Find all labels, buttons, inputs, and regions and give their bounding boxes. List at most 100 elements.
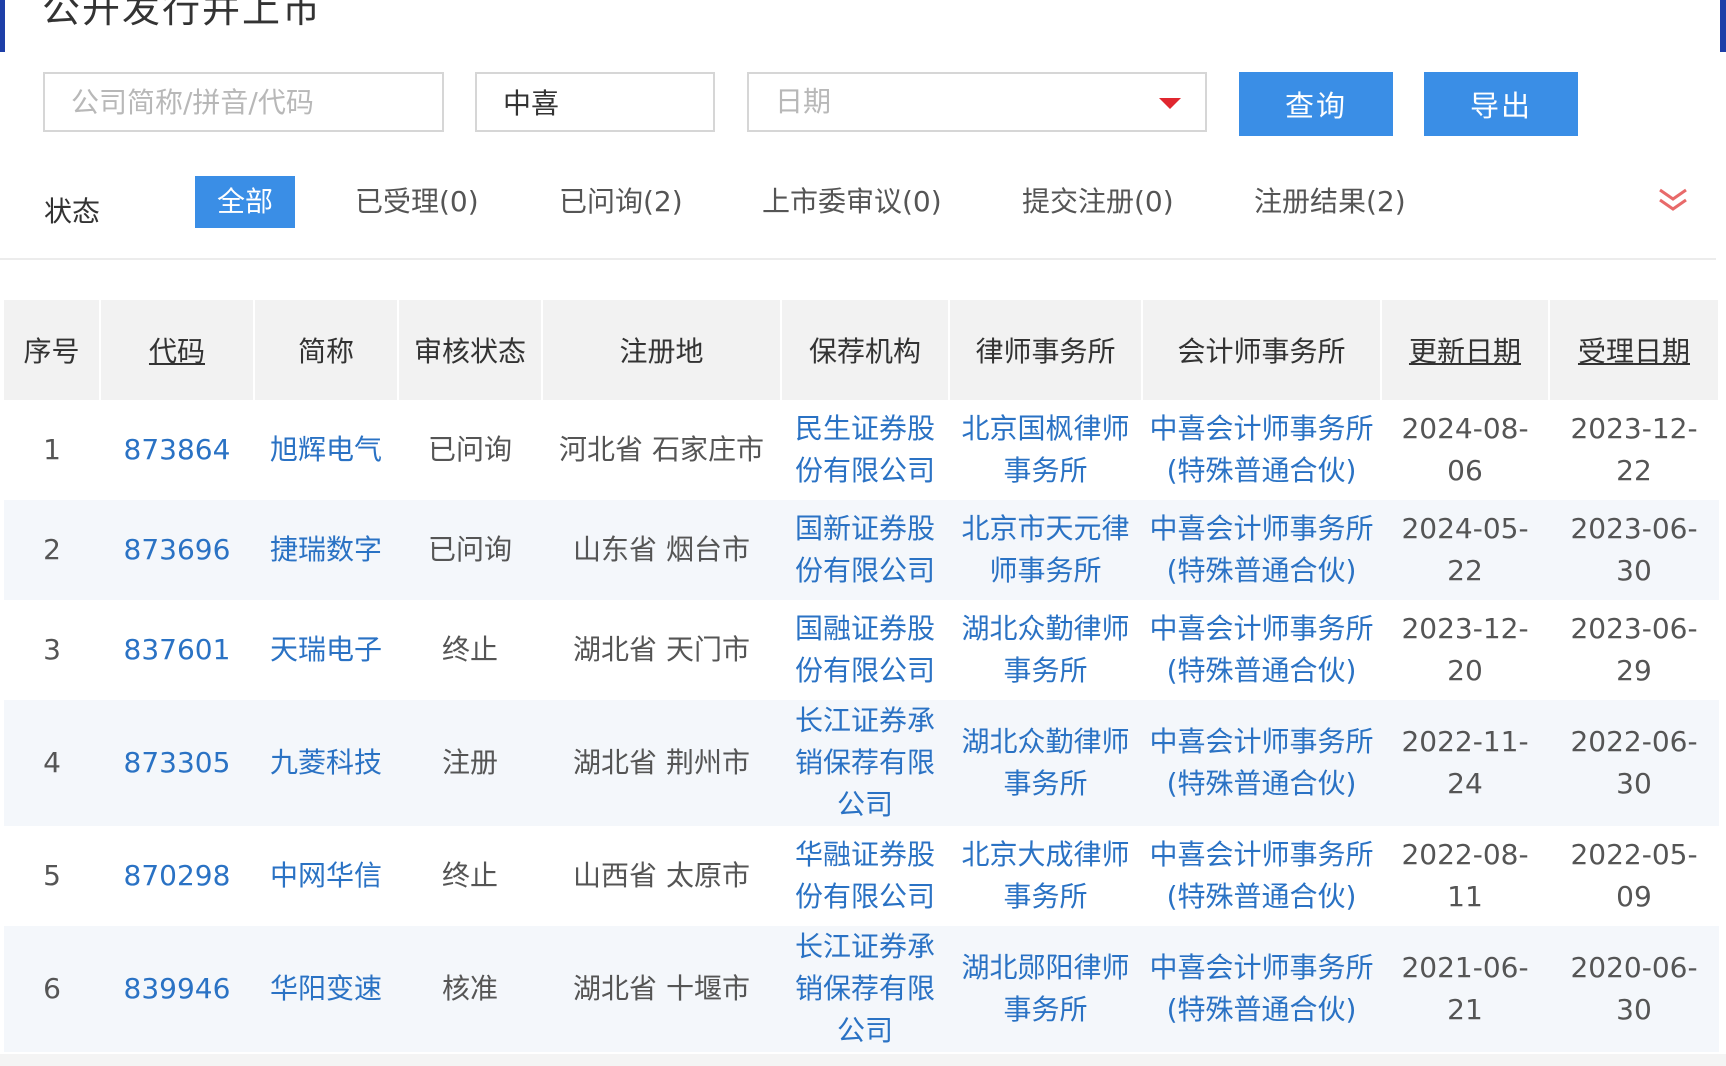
law-firm: 北京大成律师事务所 bbox=[949, 826, 1142, 926]
row-index: 6 bbox=[4, 926, 100, 1052]
accepted-date: 2022-05-09 bbox=[1549, 826, 1719, 926]
status-filter-row: 状态 全部 已受理(0) 已问询(2) 上市委审议(0) 提交注册(0) 注册结… bbox=[0, 176, 1726, 232]
sponsor-firm: 华融证券股份有限公司 bbox=[781, 826, 949, 926]
updated-date: 2024-08-06 bbox=[1381, 400, 1549, 500]
review-status: 终止 bbox=[398, 600, 542, 700]
accepted-date: 2022-06-30 bbox=[1549, 700, 1719, 826]
updated-date: 2021-06-21 bbox=[1381, 926, 1549, 1052]
updated-date: 2022-11-24 bbox=[1381, 700, 1549, 826]
table-row: 6 839946 华阳变速 核准 湖北省 十堰市 长江证券承销保荐有限公司 湖北… bbox=[4, 926, 1719, 1052]
row-index: 2 bbox=[4, 500, 100, 600]
sponsor-firm: 民生证券股份有限公司 bbox=[781, 400, 949, 500]
filter-bar: 日期 查询 导出 bbox=[0, 72, 1726, 136]
table-row: 5 870298 中网华信 终止 山西省 太原市 华融证券股份有限公司 北京大成… bbox=[4, 826, 1719, 926]
updated-date: 2024-05-22 bbox=[1381, 500, 1549, 600]
stock-code-link[interactable]: 873864 bbox=[100, 400, 254, 500]
right-edge-bar bbox=[1720, 0, 1726, 52]
company-name-link[interactable]: 旭辉电气 bbox=[254, 400, 398, 500]
accounting-firm: 中喜会计师事务所(特殊普通合伙) bbox=[1142, 826, 1381, 926]
company-search-input[interactable] bbox=[43, 72, 444, 132]
date-placeholder: 日期 bbox=[775, 85, 832, 118]
accepted-date: 2023-06-29 bbox=[1549, 600, 1719, 700]
review-status: 已问询 bbox=[398, 500, 542, 600]
status-label: 状态 bbox=[44, 195, 101, 228]
accepted-date: 2023-06-30 bbox=[1549, 500, 1719, 600]
sponsor-firm: 国融证券股份有限公司 bbox=[781, 600, 949, 700]
status-tab-all[interactable]: 全部 bbox=[195, 176, 295, 228]
status-tab-inquired[interactable]: 已问询(2) bbox=[559, 176, 683, 228]
caret-down-icon bbox=[1159, 98, 1181, 109]
table-row: 1 873864 旭辉电气 已问询 河北省 石家庄市 民生证券股份有限公司 北京… bbox=[4, 400, 1719, 500]
header-index: 序号 bbox=[4, 300, 101, 400]
firm-filter-input[interactable] bbox=[475, 72, 715, 132]
header-accounting-firm: 会计师事务所 bbox=[1142, 300, 1382, 400]
accepted-date: 2023-12-22 bbox=[1549, 400, 1719, 500]
status-tab-registration-result[interactable]: 注册结果(2) bbox=[1254, 176, 1406, 228]
sponsor-firm: 长江证券承销保荐有限公司 bbox=[781, 926, 949, 1052]
law-firm: 湖北众勤律师事务所 bbox=[949, 600, 1142, 700]
accounting-firm: 中喜会计师事务所(特殊普通合伙) bbox=[1142, 700, 1381, 826]
table-row: 3 837601 天瑞电子 终止 湖北省 天门市 国融证券股份有限公司 湖北众勤… bbox=[4, 600, 1719, 700]
header-updated-date[interactable]: 更新日期 bbox=[1381, 300, 1550, 400]
accounting-firm: 中喜会计师事务所(特殊普通合伙) bbox=[1142, 600, 1381, 700]
table-row: 4 873305 九菱科技 注册 湖北省 荆州市 长江证券承销保荐有限公司 湖北… bbox=[4, 700, 1719, 826]
row-index: 4 bbox=[4, 700, 100, 826]
registration-region: 山东省 烟台市 bbox=[542, 500, 781, 600]
law-firm: 北京国枫律师事务所 bbox=[949, 400, 1142, 500]
header-accepted-date[interactable]: 受理日期 bbox=[1549, 300, 1720, 400]
updated-date: 2023-12-20 bbox=[1381, 600, 1549, 700]
law-firm: 湖北众勤律师事务所 bbox=[949, 700, 1142, 826]
left-edge-bar bbox=[0, 0, 5, 52]
stock-code-link[interactable]: 870298 bbox=[100, 826, 254, 926]
table-row: 2 873696 捷瑞数字 已问询 山东省 烟台市 国新证券股份有限公司 北京市… bbox=[4, 500, 1719, 600]
company-name-link[interactable]: 天瑞电子 bbox=[254, 600, 398, 700]
company-name-link[interactable]: 九菱科技 bbox=[254, 700, 398, 826]
stock-code-link[interactable]: 873696 bbox=[100, 500, 254, 600]
row-index: 3 bbox=[4, 600, 100, 700]
header-law-firm: 律师事务所 bbox=[949, 300, 1143, 400]
header-sponsor: 保荐机构 bbox=[781, 300, 950, 400]
row-index: 5 bbox=[4, 826, 100, 926]
section-divider bbox=[0, 258, 1716, 302]
review-status: 核准 bbox=[398, 926, 542, 1052]
status-tab-accepted[interactable]: 已受理(0) bbox=[355, 176, 479, 228]
date-select[interactable]: 日期 bbox=[747, 72, 1207, 132]
row-index: 1 bbox=[4, 400, 100, 500]
accounting-firm: 中喜会计师事务所(特殊普通合伙) bbox=[1142, 500, 1381, 600]
header-name: 简称 bbox=[254, 300, 399, 400]
accounting-firm: 中喜会计师事务所(特殊普通合伙) bbox=[1142, 926, 1381, 1052]
registration-region: 湖北省 十堰市 bbox=[542, 926, 781, 1052]
company-name-link[interactable]: 华阳变速 bbox=[254, 926, 398, 1052]
registration-region: 湖北省 天门市 bbox=[542, 600, 781, 700]
header-code[interactable]: 代码 bbox=[100, 300, 255, 400]
review-status: 终止 bbox=[398, 826, 542, 926]
company-name-link[interactable]: 捷瑞数字 bbox=[254, 500, 398, 600]
sponsor-firm: 国新证券股份有限公司 bbox=[781, 500, 949, 600]
page-title: 公开发行并上市 bbox=[42, 0, 323, 31]
accounting-firm: 中喜会计师事务所(特殊普通合伙) bbox=[1142, 400, 1381, 500]
stock-code-link[interactable]: 839946 bbox=[100, 926, 254, 1052]
company-name-link[interactable]: 中网华信 bbox=[254, 826, 398, 926]
updated-date: 2022-08-11 bbox=[1381, 826, 1549, 926]
registration-region: 河北省 石家庄市 bbox=[542, 400, 781, 500]
sponsor-firm: 长江证券承销保荐有限公司 bbox=[781, 700, 949, 826]
review-status: 已问询 bbox=[398, 400, 542, 500]
registration-region: 湖北省 荆州市 bbox=[542, 700, 781, 826]
stock-code-link[interactable]: 837601 bbox=[100, 600, 254, 700]
ipo-table: 序号 代码 简称 审核状态 注册地 保荐机构 律师事务所 会计师事务所 更新日期… bbox=[4, 300, 1720, 1052]
stock-code-link[interactable]: 873305 bbox=[100, 700, 254, 826]
accepted-date: 2020-06-30 bbox=[1549, 926, 1719, 1052]
bottom-edge bbox=[0, 1054, 1726, 1066]
review-status: 注册 bbox=[398, 700, 542, 826]
header-region: 注册地 bbox=[542, 300, 782, 400]
law-firm: 北京市天元律师事务所 bbox=[949, 500, 1142, 600]
status-tab-submitted-registration[interactable]: 提交注册(0) bbox=[1022, 176, 1174, 228]
double-chevron-down-icon[interactable] bbox=[1657, 186, 1689, 214]
law-firm: 湖北郧阳律师事务所 bbox=[949, 926, 1142, 1052]
header-review-status: 审核状态 bbox=[398, 300, 543, 400]
registration-region: 山西省 太原市 bbox=[542, 826, 781, 926]
export-button[interactable]: 导出 bbox=[1424, 72, 1578, 136]
table-header-row: 序号 代码 简称 审核状态 注册地 保荐机构 律师事务所 会计师事务所 更新日期… bbox=[4, 300, 1720, 400]
status-tab-committee-review[interactable]: 上市委审议(0) bbox=[762, 176, 942, 228]
query-button[interactable]: 查询 bbox=[1239, 72, 1393, 136]
